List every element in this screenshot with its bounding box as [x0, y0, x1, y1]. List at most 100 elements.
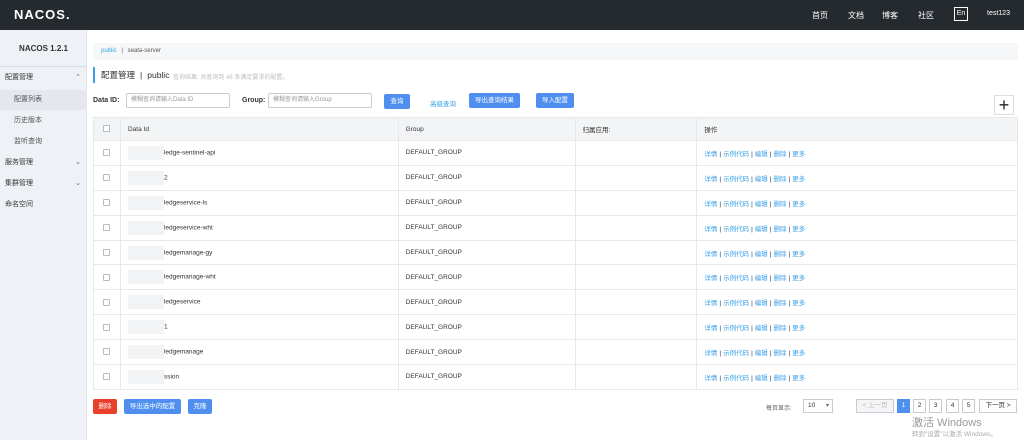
sidebar-item-namespace[interactable]: 命名空间 — [0, 195, 87, 215]
delete-link[interactable]: 删除 — [773, 375, 786, 382]
nav-blog[interactable]: 博客 — [882, 10, 898, 21]
more-link[interactable]: 更多 — [792, 350, 805, 357]
data-id-input[interactable]: 模糊查询请输入Data ID — [126, 93, 230, 108]
sample-code-link[interactable]: 示例代码 — [723, 151, 749, 158]
row-checkbox[interactable] — [103, 273, 111, 281]
select-all-checkbox[interactable] — [103, 125, 111, 133]
op-separator: | — [788, 325, 791, 333]
delete-link[interactable]: 删除 — [773, 151, 786, 158]
edit-link[interactable]: 编辑 — [755, 176, 768, 183]
more-link[interactable]: 更多 — [792, 176, 805, 183]
user-name[interactable]: test123 — [987, 10, 1010, 17]
more-link[interactable]: 更多 — [792, 226, 805, 233]
nav-home[interactable]: 首页 — [812, 10, 828, 21]
query-button[interactable]: 查询 — [384, 94, 410, 109]
page-4-button[interactable]: 4 — [946, 399, 959, 413]
edit-link[interactable]: 编辑 — [755, 350, 768, 357]
op-separator: | — [769, 225, 772, 233]
group-input[interactable]: 模糊查询请输入Group — [268, 93, 372, 108]
edit-link[interactable]: 编辑 — [755, 325, 768, 332]
page-size-label: 每页显示: — [766, 406, 792, 412]
row-checkbox[interactable] — [103, 298, 111, 306]
delete-button[interactable]: 删除 — [93, 399, 117, 414]
edit-link[interactable]: 编辑 — [755, 275, 768, 282]
sample-code-link[interactable]: 示例代码 — [723, 275, 749, 282]
page-1-button[interactable]: 1 — [897, 399, 910, 413]
nacos-logo[interactable]: NACOS. — [14, 7, 71, 22]
more-link[interactable]: 更多 — [792, 375, 805, 382]
detail-link[interactable]: 详情 — [704, 251, 717, 258]
nav-community[interactable]: 社区 — [918, 10, 934, 21]
prev-page-button[interactable]: < 上一页 — [856, 399, 894, 413]
detail-link[interactable]: 详情 — [704, 201, 717, 208]
edit-link[interactable]: 编辑 — [755, 375, 768, 382]
sample-code-link[interactable]: 示例代码 — [723, 176, 749, 183]
edit-link[interactable]: 编辑 — [755, 226, 768, 233]
row-checkbox[interactable] — [103, 248, 111, 256]
page-2-button[interactable]: 2 — [913, 399, 926, 413]
row-checkbox[interactable] — [103, 348, 111, 356]
sample-code-link[interactable]: 示例代码 — [723, 201, 749, 208]
delete-link[interactable]: 删除 — [773, 275, 786, 282]
delete-link[interactable]: 删除 — [773, 226, 786, 233]
sample-code-link[interactable]: 示例代码 — [723, 226, 749, 233]
edit-link[interactable]: 编辑 — [755, 300, 768, 307]
delete-link[interactable]: 删除 — [773, 325, 786, 332]
row-checkbox[interactable] — [103, 224, 111, 231]
edit-link[interactable]: 编辑 — [755, 201, 768, 208]
nav-docs[interactable]: 文档 — [848, 10, 864, 21]
clone-button[interactable]: 克隆 — [188, 399, 212, 414]
sample-code-link[interactable]: 示例代码 — [723, 325, 749, 332]
detail-link[interactable]: 详情 — [704, 151, 717, 158]
page-5-button[interactable]: 5 — [962, 399, 975, 413]
advanced-query-link[interactable]: 高级查询 — [430, 98, 456, 108]
breadcrumb-namespace-link[interactable]: public — [101, 48, 117, 54]
next-page-button[interactable]: 下一页 > — [979, 399, 1017, 413]
more-link[interactable]: 更多 — [792, 275, 805, 282]
more-link[interactable]: 更多 — [792, 325, 805, 332]
detail-link[interactable]: 详情 — [704, 325, 717, 332]
sidebar-item-config-list[interactable]: 配置列表 — [0, 90, 87, 110]
row-checkbox[interactable] — [103, 149, 111, 157]
sidebar-item-label: 集群管理 — [5, 180, 33, 187]
detail-link[interactable]: 详情 — [704, 176, 717, 183]
edit-link[interactable]: 编辑 — [755, 251, 768, 258]
actions-cell: 详情 | 示例代码 | 编辑 | 删除 | 更多 — [696, 364, 1018, 390]
sidebar-item-config-management[interactable]: 配置管理 ⌃ — [0, 68, 87, 88]
detail-link[interactable]: 详情 — [704, 350, 717, 357]
row-checkbox[interactable] — [103, 323, 111, 331]
detail-link[interactable]: 详情 — [704, 375, 717, 382]
delete-link[interactable]: 删除 — [773, 251, 786, 258]
sidebar-item-cluster-management[interactable]: 集群管理 ⌄ — [0, 174, 87, 194]
row-checkbox[interactable] — [103, 373, 111, 381]
redacted-block — [127, 195, 164, 210]
more-link[interactable]: 更多 — [792, 201, 805, 208]
row-checkbox[interactable] — [103, 174, 111, 182]
row-checkbox[interactable] — [103, 199, 111, 207]
import-config-button[interactable]: 导入配置 — [536, 93, 574, 108]
add-config-button[interactable]: + — [994, 95, 1014, 115]
sidebar-item-service-management[interactable]: 服务管理 ⌄ — [0, 153, 87, 173]
export-selected-button[interactable]: 导出选中的配置 — [124, 399, 181, 414]
delete-link[interactable]: 删除 — [773, 350, 786, 357]
sidebar-item-history[interactable]: 历史版本 — [0, 111, 87, 131]
sample-code-link[interactable]: 示例代码 — [723, 350, 749, 357]
edit-link[interactable]: 编辑 — [755, 151, 768, 158]
sample-code-link[interactable]: 示例代码 — [723, 251, 749, 258]
sidebar-item-listener-query[interactable]: 监听查询 — [0, 132, 87, 152]
export-query-results-button[interactable]: 导出查询结果 — [469, 93, 520, 108]
delete-link[interactable]: 删除 — [773, 176, 786, 183]
page-3-button[interactable]: 3 — [929, 399, 942, 413]
sample-code-link[interactable]: 示例代码 — [723, 300, 749, 307]
delete-link[interactable]: 删除 — [773, 201, 786, 208]
page-size-select[interactable]: 10 ▾ — [803, 399, 833, 413]
detail-link[interactable]: 详情 — [704, 226, 717, 233]
more-link[interactable]: 更多 — [792, 300, 805, 307]
delete-link[interactable]: 删除 — [773, 300, 786, 307]
more-link[interactable]: 更多 — [792, 151, 805, 158]
detail-link[interactable]: 详情 — [704, 300, 717, 307]
sample-code-link[interactable]: 示例代码 — [723, 375, 749, 382]
more-link[interactable]: 更多 — [792, 251, 805, 258]
detail-link[interactable]: 详情 — [704, 275, 717, 282]
language-toggle-button[interactable]: En — [954, 7, 968, 21]
